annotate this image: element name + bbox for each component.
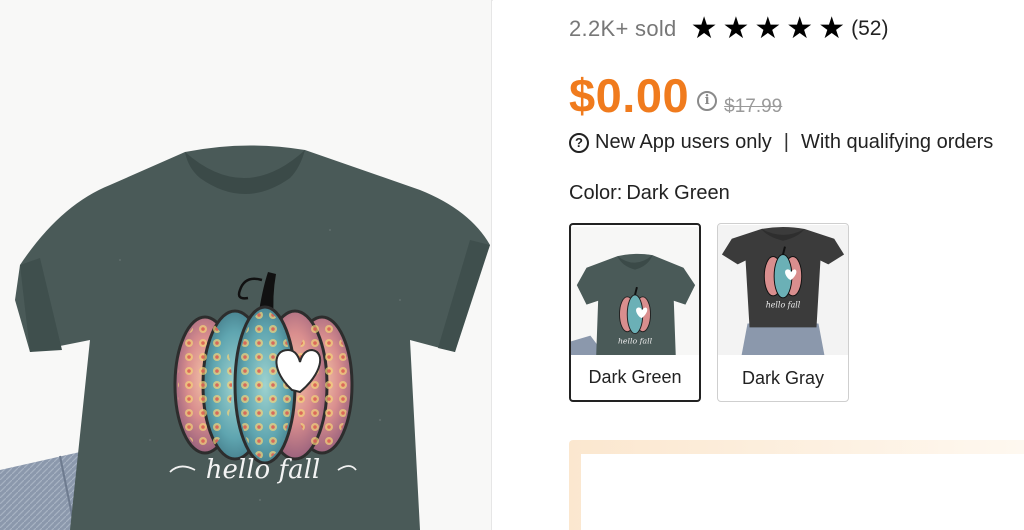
question-circle-icon[interactable]: ? (569, 132, 589, 153)
promo-banner (569, 440, 1024, 530)
notice-separator: | (783, 131, 789, 153)
swatch-dark-green[interactable]: hello fall Dark Green (569, 223, 701, 402)
product-main-image[interactable]: hello fall (0, 0, 492, 530)
swatch-label: Dark Gray (741, 368, 824, 388)
color-selector-label: Color: Dark Green (569, 182, 730, 205)
swatch-dark-gray[interactable]: hello fall Dark Gray (717, 223, 849, 402)
tshirt-image: hello fall (0, 0, 491, 530)
shirt-print-text: hello fall (206, 455, 320, 485)
star-icon: ★ (786, 11, 814, 46)
promo-banner-content (581, 454, 1024, 530)
rating-stars[interactable]: ★ ★ ★ ★ ★ (691, 14, 851, 44)
star-icon: ★ (722, 11, 750, 46)
svg-text:hello fall: hello fall (766, 301, 801, 310)
notice-new-users: New App users only (595, 131, 772, 153)
info-icon[interactable]: i (697, 91, 718, 111)
selected-color-name: Dark Green (626, 182, 730, 204)
current-price: $0.00 (569, 69, 690, 122)
star-icon: ★ (754, 11, 782, 46)
swatch-dark-green-thumbnail: hello fall (571, 227, 699, 355)
notice-qualifying-orders: With qualifying orders (800, 131, 994, 153)
review-count[interactable]: (52) (851, 17, 888, 41)
sold-count: 2.2K+ sold (569, 16, 677, 41)
swatch-dark-gray-thumbnail: hello fall (718, 225, 848, 355)
star-icon: ★ (818, 11, 846, 46)
price-row: $0.00 i $17.99 (569, 68, 782, 123)
original-price: $17.99 (724, 96, 783, 117)
swatch-label: Dark Green (588, 367, 682, 387)
star-icon: ★ (690, 11, 718, 46)
svg-text:hello fall: hello fall (618, 336, 653, 345)
color-label-prefix: Color: (569, 182, 623, 204)
promo-notice: ? New App users only | With qualifying o… (569, 131, 993, 154)
color-swatches: hello fall Dark Green hello fall Dark Gr… (569, 223, 865, 402)
product-info-panel: 2.2K+ sold ★ ★ ★ ★ ★ (52) $0.00 i $17.99… (493, 0, 1024, 530)
sales-rating-row: 2.2K+ sold ★ ★ ★ ★ ★ (52) (569, 12, 888, 46)
